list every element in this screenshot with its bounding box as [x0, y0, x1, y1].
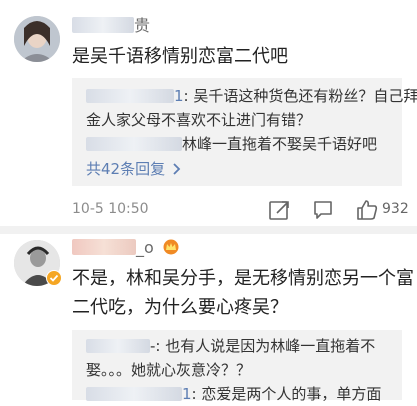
reply-item: 林峰一直拖着不娶吴千语好吧 [86, 132, 377, 156]
username-text: _o [136, 238, 154, 257]
comment-item: 贵 是吴千语移情别恋富二代吧 1: 吴千语这种货色还有粉丝？自己拜 金人家父母不… [0, 0, 417, 226]
comment-icon[interactable] [312, 199, 334, 221]
blurred-name [86, 387, 182, 401]
reply-box[interactable]: -: 也有人说是因为林峰一直拖着不 娶。。。她就心灰意冷？？ 1: 恋爱是两个人… [72, 330, 402, 403]
reply-item: 1: 恋爱是两个人的事，单方面 [86, 382, 381, 406]
repost-icon[interactable] [268, 200, 292, 222]
reply-item: -: 也有人说是因为林峰一直拖着不 [86, 334, 375, 358]
reply-box[interactable]: 1: 吴千语这种货色还有粉丝？自己拜 金人家父母不喜欢不让进门有错？ 林峰一直拖… [72, 78, 417, 186]
timestamp: 10-5 10:50 [72, 201, 149, 217]
like-icon[interactable] [356, 199, 378, 221]
comment-text-line: 不是，林和吴分手，是无移情别恋另一个富 [72, 268, 414, 289]
reply-item-cont: 金人家父母不喜欢不让进门有错？ [86, 111, 312, 129]
like-count: 932 [382, 201, 409, 217]
comment-text-line: 二代吃，为什么要心疼吴？ [72, 297, 288, 318]
avatar-photo-icon [14, 16, 60, 62]
blurred-name [86, 339, 150, 353]
verified-badge-icon [46, 270, 62, 286]
member-crown-icon [163, 239, 179, 255]
avatar[interactable] [14, 16, 60, 62]
comment-text: 不是，林和吴分手，是无移情别恋另一个富 二代吃，为什么要心疼吴？ [72, 264, 414, 322]
reply-item: 1: 吴千语这种货色还有粉丝？自己拜 [86, 84, 417, 108]
blurred-name [86, 89, 174, 103]
chevron-right-icon [173, 163, 181, 175]
comment-text: 是吴千语移情别恋富二代吧 [72, 46, 288, 67]
comment-item: _o 不是，林和吴分手，是无移情别恋另一个富 二代吃，为什么要心疼吴？ -: 也… [0, 234, 417, 403]
reply-item-cont: 娶。。。她就心灰意冷？？ [86, 361, 252, 379]
blurred-name [86, 137, 182, 151]
username-text: 贵 [134, 16, 151, 35]
username[interactable]: _o [72, 238, 180, 257]
divider [0, 226, 417, 234]
username[interactable]: 贵 [72, 12, 150, 36]
more-replies-link[interactable]: 共42条回复 [86, 158, 181, 179]
